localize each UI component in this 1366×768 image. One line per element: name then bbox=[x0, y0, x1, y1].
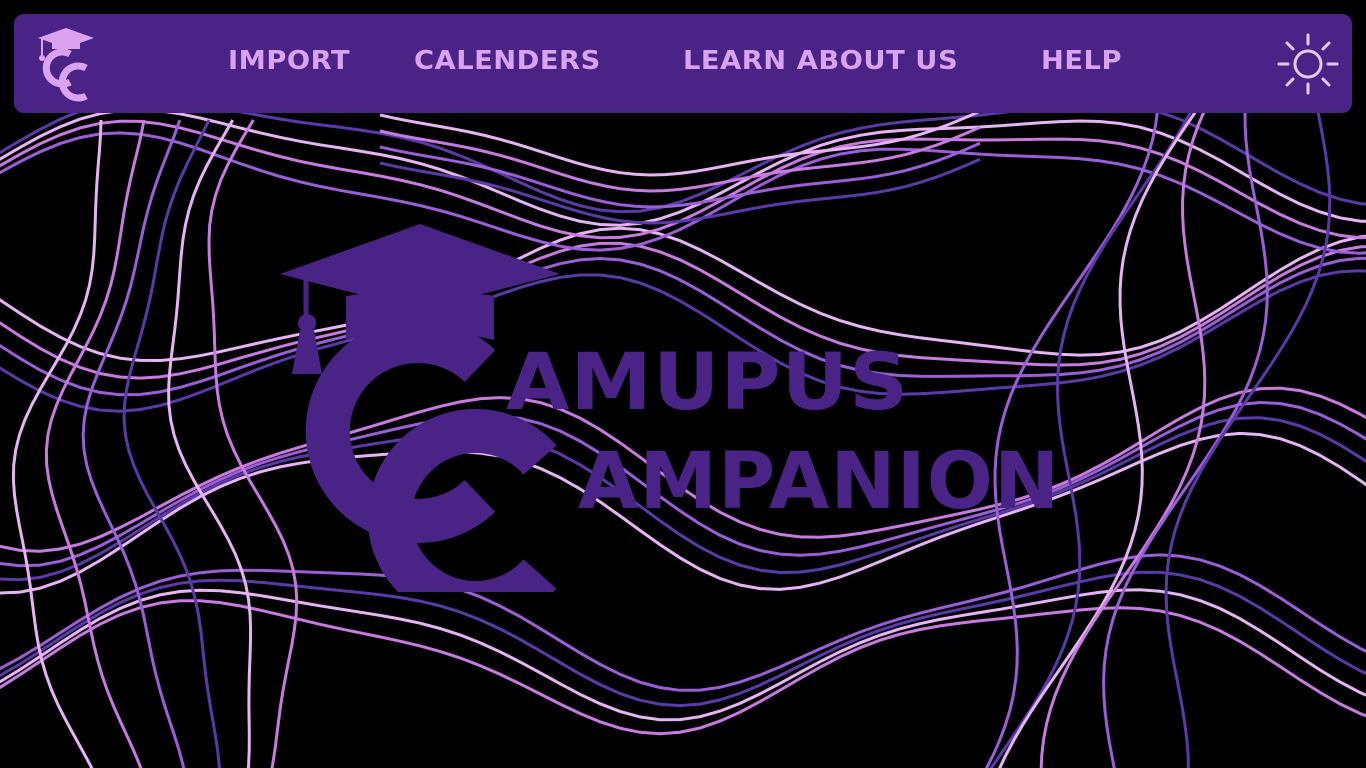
hero-title-line-2: AMPANION bbox=[578, 437, 1061, 527]
sun-icon[interactable] bbox=[1276, 32, 1340, 96]
nav-link-calenders[interactable]: CALENDERS bbox=[414, 46, 601, 76]
wave-line bbox=[379, 141, 981, 209]
wave-line bbox=[0, 131, 1366, 255]
hero-title-line-1: AMUPUS bbox=[506, 338, 910, 428]
wave-line bbox=[122, 119, 221, 768]
page: IMPORT CALENDERS LEARN ABOUT US HELP AMU… bbox=[0, 0, 1366, 768]
top-navbar: IMPORT CALENDERS LEARN ABOUT US HELP bbox=[14, 14, 1352, 113]
wave-line bbox=[1164, 109, 1332, 768]
nav-link-import[interactable]: IMPORT bbox=[228, 46, 350, 76]
nav-link-learn-about-us[interactable]: LEARN ABOUT US bbox=[683, 46, 958, 76]
nav-logo-icon[interactable] bbox=[34, 20, 98, 104]
wave-line bbox=[81, 119, 186, 768]
nav-link-help[interactable]: HELP bbox=[1041, 46, 1122, 76]
